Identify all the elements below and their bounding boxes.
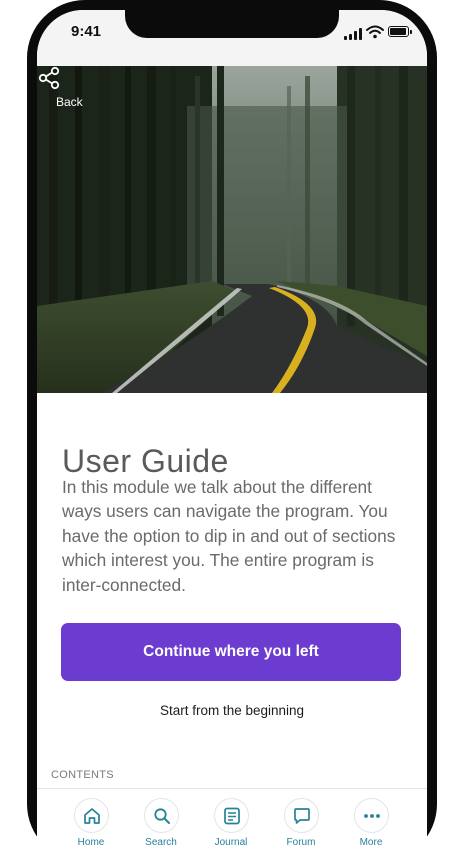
- app-screen: 9:41 Back User Guide In this module we t…: [37, 10, 427, 862]
- tab-home[interactable]: Home: [56, 798, 126, 860]
- tab-more[interactable]: More: [336, 798, 406, 860]
- home-icon: [83, 808, 100, 824]
- forum-icon: [293, 808, 310, 824]
- contents-heading: CONTENTS: [51, 769, 114, 781]
- tab-label: Forum: [286, 837, 316, 848]
- device-notch: [125, 10, 339, 38]
- forest-road-image: [37, 66, 427, 393]
- status-bar: 9:41: [37, 10, 427, 66]
- tab-label: Journal: [214, 837, 248, 848]
- tab-label: More: [359, 837, 383, 848]
- tab-journal[interactable]: Journal: [196, 798, 266, 860]
- status-time: 9:41: [71, 23, 102, 40]
- tab-search[interactable]: Search: [126, 798, 196, 860]
- divider: [37, 788, 427, 789]
- tab-label: Home: [77, 837, 105, 848]
- cellular-signal-icon: [344, 28, 366, 40]
- start-from-beginning-link[interactable]: Start from the beginning: [37, 703, 427, 718]
- tab-label: Search: [145, 837, 177, 848]
- share-icon[interactable]: [37, 66, 61, 90]
- tab-bar: Home Search Journal Forum More: [37, 790, 427, 862]
- battery-icon: [388, 26, 412, 37]
- wifi-icon: [366, 25, 384, 39]
- tab-forum[interactable]: Forum: [266, 798, 336, 860]
- hero-image: Back: [37, 66, 427, 393]
- more-icon: [363, 814, 380, 818]
- module-description: In this module we talk about the differe…: [62, 477, 396, 595]
- back-link[interactable]: Back: [56, 95, 83, 109]
- search-icon: [153, 808, 170, 824]
- continue-button[interactable]: Continue where you left: [61, 623, 401, 681]
- journal-icon: [223, 807, 240, 825]
